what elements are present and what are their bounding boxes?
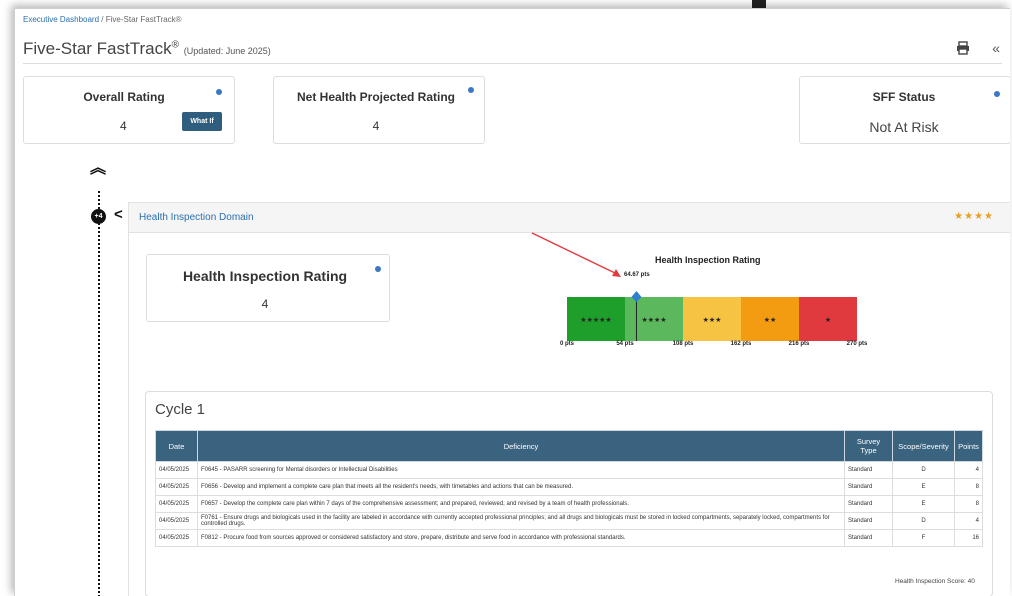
chart-title: Health Inspection Rating: [655, 255, 761, 265]
chart-tick-label: 270 pts: [846, 341, 868, 347]
page-title: Five-Star FastTrack® (Updated: June 2025…: [23, 39, 271, 59]
timeline-plus-badge: +4: [91, 209, 106, 224]
dashboard-window: Executive Dashboard / Five-Star FastTrac…: [14, 8, 1010, 596]
net-health-value: 4: [372, 119, 380, 133]
col-scope-severity[interactable]: Scope/Severity: [892, 430, 955, 462]
cell-survey-type: Standard: [844, 529, 893, 547]
what-if-button[interactable]: What If: [182, 112, 222, 131]
print-icon[interactable]: [956, 41, 970, 55]
segment-stars-label: ★: [825, 316, 831, 324]
cell-scope-severity: E: [892, 495, 955, 513]
hi-rating-label: Health Inspection Rating: [182, 268, 348, 284]
cell-scope-severity: D: [892, 512, 955, 530]
domain-stars: ★★★★: [954, 211, 994, 222]
overall-rating-value: 4: [120, 119, 127, 133]
overall-rating-label: Overall Rating: [83, 90, 165, 104]
scroll-up-icon[interactable]: ︽: [90, 161, 106, 177]
cell-scope-severity: D: [892, 461, 955, 479]
col-survey-type[interactable]: Survey Type: [844, 430, 893, 462]
sff-status-card: SFF Status Not At Risk: [799, 76, 1010, 144]
segment-stars-label: ★★: [764, 316, 777, 324]
breadcrumb-link-executive-dashboard[interactable]: Executive Dashboard: [23, 15, 99, 24]
title-divider: [23, 63, 1002, 64]
table-row: 04/05/2025 F0812 - Procure food from sou…: [155, 529, 983, 547]
cell-points: 8: [954, 478, 983, 496]
cell-date: 04/05/2025: [155, 478, 198, 496]
cell-deficiency: F0657 - Develop the complete care plan w…: [197, 495, 845, 513]
info-icon[interactable]: [994, 91, 1000, 97]
external-window-mark: [752, 0, 766, 8]
updated-date: (Updated: June 2025): [183, 46, 271, 56]
chart-tick-label: 162 pts: [730, 341, 752, 347]
breadcrumb-current: Five-Star FastTrack®: [105, 15, 182, 24]
domain-title[interactable]: Health Inspection Domain: [139, 212, 254, 223]
info-icon[interactable]: [468, 87, 474, 93]
cell-date: 04/05/2025: [155, 512, 198, 530]
cell-date: 04/05/2025: [155, 529, 198, 547]
segment-stars-label: ★★★★: [641, 316, 666, 324]
table-header-row: Date Deficiency Survey Type Scope/Severi…: [155, 430, 983, 462]
cell-survey-type: Standard: [844, 495, 893, 513]
health-inspection-rating-chart: ★★★★★ ★★★★ ★★★ ★★ ★: [567, 291, 857, 341]
health-inspection-rating-card: Health Inspection Rating 4: [146, 254, 390, 322]
cell-deficiency: F0812 - Procure food from sources approv…: [197, 529, 845, 547]
info-icon[interactable]: [375, 266, 381, 272]
cell-survey-type: Standard: [844, 478, 893, 496]
cell-deficiency: F0656 - Develop and implement a complete…: [197, 478, 845, 496]
net-health-projected-rating-card: Net Health Projected Rating 4: [273, 76, 485, 144]
cycle-title: Cycle 1: [155, 401, 206, 418]
hi-rating-value: 4: [261, 297, 269, 311]
segment-stars-label: ★★★: [703, 316, 722, 324]
chart-tick-label: 108 pts: [672, 341, 694, 347]
cell-deficiency: F0761 - Ensure drugs and biologicals use…: [197, 512, 845, 530]
trademark: ®: [171, 39, 179, 51]
net-health-label: Net Health Projected Rating: [296, 90, 456, 104]
cell-points: 4: [954, 461, 983, 479]
table-row: 04/05/2025 F0645 - PASARR screening for …: [155, 461, 983, 479]
sff-status-value: Not At Risk: [869, 119, 939, 135]
page-title-text: Five-Star FastTrack: [23, 39, 172, 58]
timeline-line: [98, 191, 100, 596]
table-row: 04/05/2025 F0657 - Develop the complete …: [155, 495, 983, 513]
cell-scope-severity: F: [892, 529, 955, 547]
breadcrumb-separator: /: [101, 15, 104, 24]
chart-tick-label: 54 pts: [616, 341, 634, 347]
cell-survey-type: Standard: [844, 512, 893, 530]
segment-stars-label: ★★★★★: [580, 316, 611, 324]
chevron-left-icon[interactable]: <: [114, 206, 123, 223]
breadcrumb: Executive Dashboard / Five-Star FastTrac…: [23, 15, 182, 24]
cell-points: 8: [954, 495, 983, 513]
cell-points: 16: [954, 529, 983, 547]
health-inspection-domain-header[interactable]: Health Inspection Domain ★★★★: [128, 202, 1010, 233]
info-icon[interactable]: [216, 89, 222, 95]
cell-scope-severity: E: [892, 478, 955, 496]
table-row: 04/05/2025 F0656 - Develop and implement…: [155, 478, 983, 496]
col-points[interactable]: Points: [954, 430, 983, 462]
col-deficiency[interactable]: Deficiency: [197, 430, 845, 462]
cell-date: 04/05/2025: [155, 495, 198, 513]
chart-tick-label: 0 pts: [559, 341, 575, 347]
overall-rating-card: Overall Rating 4 What If: [23, 76, 235, 144]
chart-tick-label: 216 pts: [788, 341, 810, 347]
annotation-arrow: [531, 232, 621, 277]
table-row: 04/05/2025 F0761 - Ensure drugs and biol…: [155, 512, 983, 530]
cell-points: 4: [954, 512, 983, 530]
cell-survey-type: Standard: [844, 461, 893, 479]
cell-deficiency: F0645 - PASARR screening for Mental diso…: [197, 461, 845, 479]
top-margin: [0, 0, 1012, 8]
health-inspection-score: Health Inspection Score: 40: [895, 578, 975, 585]
collapse-panel-icon[interactable]: «: [992, 40, 1000, 56]
col-date[interactable]: Date: [155, 430, 198, 462]
sff-status-label: SFF Status: [872, 90, 936, 104]
deficiency-table: Date Deficiency Survey Type Scope/Severi…: [155, 430, 983, 547]
cell-date: 04/05/2025: [155, 461, 198, 479]
